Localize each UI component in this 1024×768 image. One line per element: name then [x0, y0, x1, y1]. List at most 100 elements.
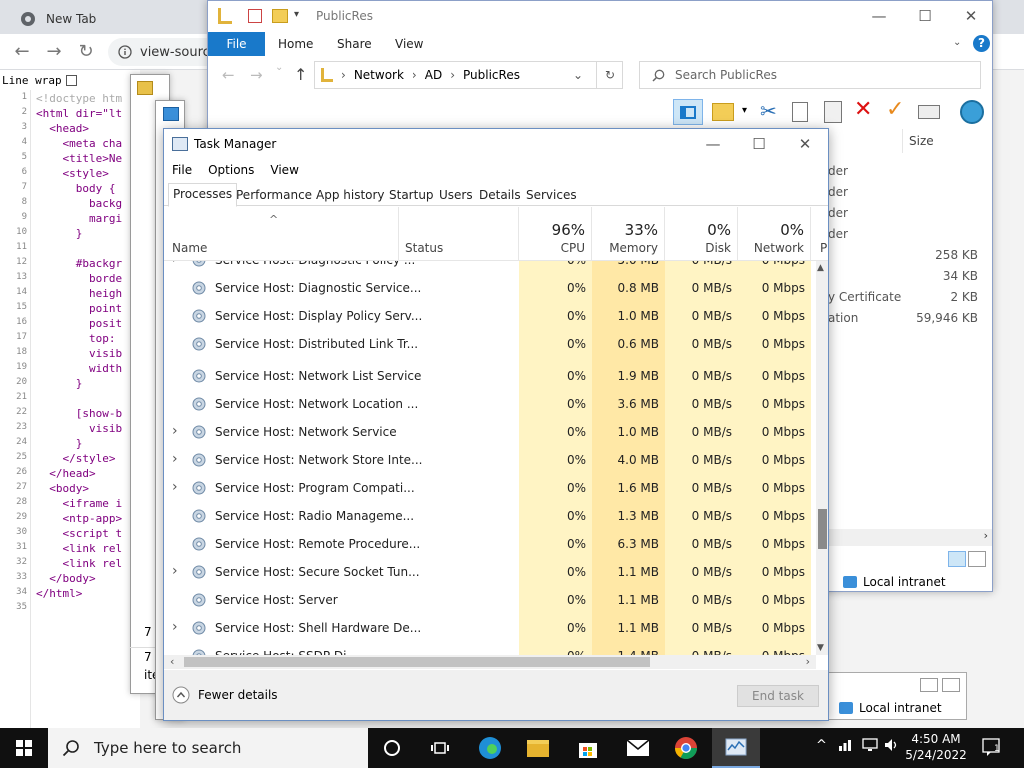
scroll-right-icon[interactable]: › — [806, 655, 810, 669]
process-row[interactable]: Service Host: Display Policy Serv... 0% 1.… — [164, 303, 816, 331]
expand-chevron-icon[interactable]: › — [172, 619, 178, 635]
cpu-column-header[interactable]: 96% CPU — [519, 207, 592, 261]
file-list-item[interactable]: der — [828, 182, 992, 202]
large-icons-view-icon[interactable] — [968, 551, 986, 567]
process-row[interactable]: › Service Host: Program Compati... 0% 1.6 M… — [164, 475, 816, 503]
power-column-header[interactable]: P — [811, 207, 828, 261]
taskbar-app-task-manager[interactable] — [712, 728, 760, 768]
new-folder-icon[interactable] — [272, 9, 288, 23]
tab-services[interactable]: Services — [521, 184, 582, 206]
forward-arrow-icon[interactable]: → — [44, 42, 64, 62]
taskbar-app-chrome[interactable] — [662, 728, 710, 768]
tab-details[interactable]: Details — [474, 184, 526, 206]
minimize-button[interactable]: — — [856, 1, 902, 32]
file-list-item[interactable]: der — [828, 224, 992, 244]
network-column-header[interactable]: 0% Network — [738, 207, 811, 261]
refresh-icon[interactable]: ↻ — [596, 61, 623, 89]
taskbar-app-mail[interactable] — [614, 728, 662, 768]
expand-chevron-icon[interactable]: › — [172, 423, 178, 439]
network-status-icon[interactable] — [838, 738, 852, 752]
process-row[interactable]: Service Host: Server 0% 1.1 MB 0 MB/s 0 Mbps — [164, 587, 816, 615]
globe-icon[interactable] — [960, 100, 984, 124]
taskbar-search-box[interactable]: Type here to search — [48, 728, 368, 768]
name-column-header[interactable]: Name — [164, 207, 399, 261]
menu-file[interactable]: File — [164, 159, 200, 181]
forward-icon[interactable]: → — [250, 66, 263, 84]
file-list-item[interactable]: der — [828, 161, 992, 181]
cut-icon[interactable]: ✂ — [760, 99, 777, 123]
close-button[interactable]: ✕ — [948, 1, 994, 32]
breadcrumb-network[interactable]: Network — [354, 68, 404, 82]
process-row[interactable]: › Service Host: Secure Socket Tun... 0% 1.1… — [164, 559, 816, 587]
details-view-icon[interactable] — [948, 551, 966, 567]
ribbon-tab-share[interactable]: Share — [337, 32, 372, 56]
details-view-icon[interactable] — [920, 678, 938, 692]
delete-icon[interactable]: ✕ — [854, 97, 872, 122]
task-view-button[interactable] — [416, 728, 464, 768]
explorer-search-input[interactable]: Search PublicRes — [639, 61, 981, 89]
start-button[interactable] — [0, 728, 48, 768]
checkmark-icon[interactable]: ✓ — [886, 97, 904, 122]
customize-toolbar-icon[interactable]: ▾ — [294, 9, 299, 20]
file-list-item[interactable]: 34 KB — [828, 266, 992, 286]
scroll-down-icon[interactable]: ▼ — [817, 643, 824, 653]
expand-chevron-icon[interactable]: › — [172, 479, 178, 495]
fewer-details-button[interactable]: Fewer details — [172, 686, 278, 704]
status-column-header[interactable]: Status — [399, 207, 519, 261]
process-vertical-scrollbar[interactable]: ▲ ▼ — [816, 261, 828, 655]
process-row[interactable]: › Service Host: Shell Hardware De... 0% 1.1… — [164, 615, 816, 643]
scroll-right-icon[interactable]: › — [984, 529, 988, 542]
process-row[interactable]: Service Host: Distributed Link Tr... 0% 0.… — [164, 331, 816, 359]
ribbon-tab-file[interactable]: File — [208, 32, 265, 56]
scroll-up-icon[interactable]: ▲ — [817, 263, 824, 273]
cortana-button[interactable] — [368, 728, 416, 768]
copy-icon[interactable] — [792, 102, 808, 122]
chrome-tab[interactable]: New Tab — [8, 4, 208, 34]
help-icon[interactable]: ? — [973, 35, 990, 52]
line-wrap-checkbox[interactable] — [65, 74, 77, 86]
tab-performance[interactable]: Performance — [231, 184, 317, 206]
large-icons-view-icon[interactable] — [942, 678, 960, 692]
rename-icon[interactable] — [918, 105, 940, 119]
properties-icon[interactable] — [248, 9, 262, 23]
maximize-button[interactable]: ☐ — [736, 129, 782, 159]
process-row[interactable]: › Service Host: Network Store Inte... 0% 4.… — [164, 447, 816, 475]
process-row[interactable]: Service Host: Diagnostic Service... 0% 0.8… — [164, 275, 816, 303]
file-list-item[interactable]: der — [828, 203, 992, 223]
end-task-button[interactable]: End task — [737, 685, 819, 707]
explorer-horizontal-scrollbar[interactable]: › — [828, 529, 992, 546]
process-row[interactable]: Service Host: SSDP Di...0%1.4 MB0 MB/s0 … — [164, 643, 816, 655]
expand-chevron-icon[interactable]: › — [172, 451, 178, 467]
back-icon[interactable]: ← — [222, 66, 235, 84]
process-row[interactable]: › Service Host: Network Service 0% 1.0 MB 0 … — [164, 419, 816, 447]
process-row[interactable]: Service Host: Remote Procedure... 0% 6.3 M… — [164, 531, 816, 559]
notification-center-button[interactable]: 1 — [982, 738, 1002, 756]
tab-processes[interactable]: Processes — [168, 183, 238, 207]
explorer-address-bar[interactable]: › Network › AD › PublicRes ⌄ — [314, 61, 623, 89]
minimize-button[interactable]: — — [690, 129, 736, 159]
process-row[interactable]: Service Host: Radio Manageme... 0% 1.3 MB 0… — [164, 503, 816, 531]
breadcrumb-ad[interactable]: AD — [425, 68, 442, 82]
expand-ribbon-icon[interactable]: ⌄ — [953, 37, 961, 48]
tab-users[interactable]: Users — [434, 184, 478, 206]
file-list-item[interactable]: ation 59,946 KB — [828, 308, 992, 328]
menu-view[interactable]: View — [262, 159, 306, 181]
ribbon-tab-home[interactable]: Home — [278, 32, 313, 56]
taskbar-app-store[interactable] — [564, 728, 612, 768]
taskbar-app-edge[interactable] — [466, 728, 514, 768]
view-dropdown-icon[interactable]: ▾ — [742, 105, 747, 116]
memory-column-header[interactable]: 33% Memory — [592, 207, 665, 261]
up-arrow-icon[interactable]: ↑ — [294, 65, 307, 84]
back-arrow-icon[interactable]: ← — [12, 42, 32, 62]
menu-options[interactable]: Options — [200, 159, 262, 181]
view-options-icon[interactable] — [712, 103, 734, 121]
process-row[interactable]: Service Host: Network List Service 0% 1.9 … — [164, 363, 816, 391]
file-list-item[interactable]: 258 KB — [828, 245, 992, 265]
reload-icon[interactable]: ↻ — [76, 42, 96, 62]
paste-icon[interactable] — [824, 101, 842, 123]
maximize-button[interactable]: ☐ — [902, 1, 948, 32]
size-column-header[interactable]: Size — [902, 129, 992, 153]
quick-access-network-icon[interactable] — [218, 8, 232, 24]
task-manager-window[interactable]: Task Manager — ☐ ✕ File Options View Pro… — [163, 128, 829, 721]
file-list-item[interactable]: y Certificate 2 KB — [828, 287, 992, 307]
